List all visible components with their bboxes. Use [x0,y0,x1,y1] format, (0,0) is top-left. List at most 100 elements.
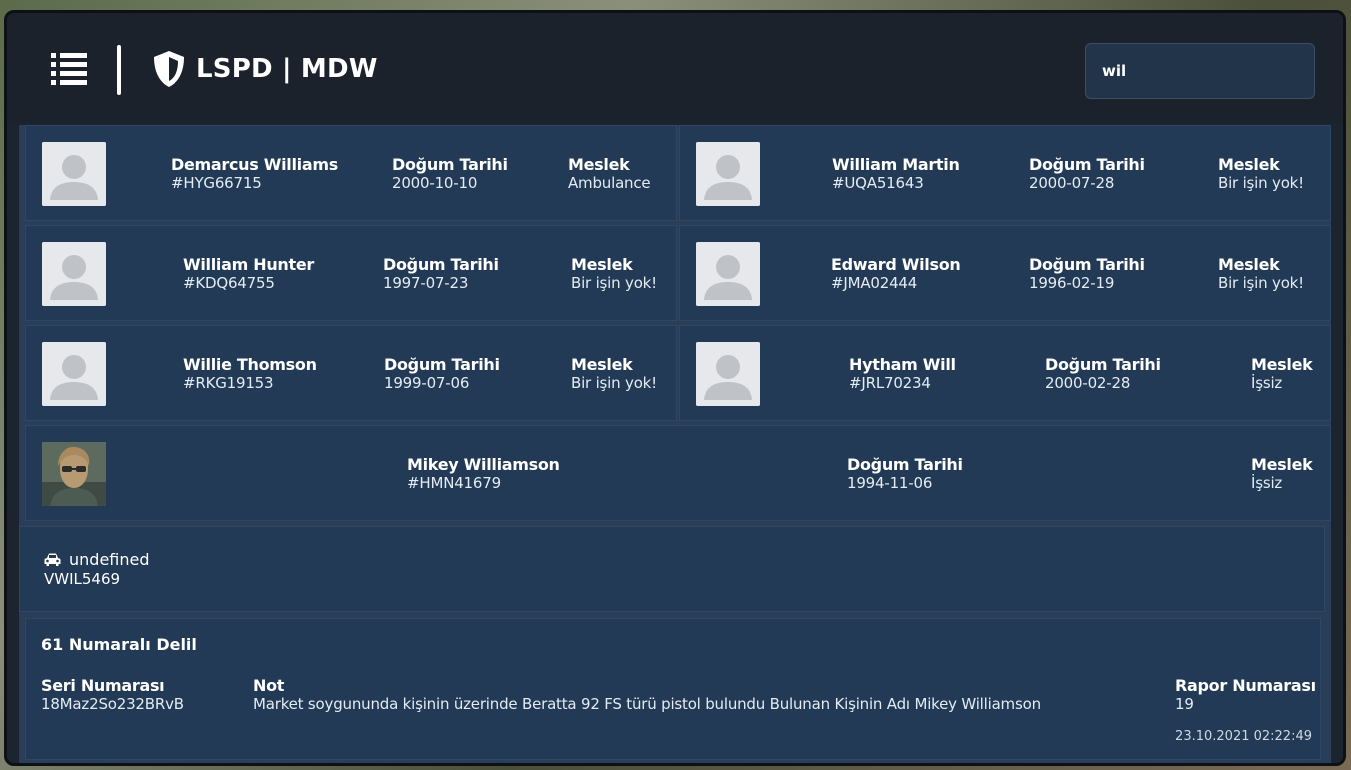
person-dob-value: 2000-07-28 [1029,174,1115,192]
report-label: Rapor Numarası [1175,676,1316,695]
person-job-value: Ambulance [568,174,651,192]
header-divider [117,45,121,95]
person-job: Meslek İşsiz [1251,455,1313,493]
person-job: Meslek İşsiz [1251,355,1313,393]
person-job-label: Meslek [1251,355,1313,374]
person-name-label: Demarcus Williams [171,155,338,174]
vehicle-model-line: undefined [44,550,150,569]
person-dob-value: 1999-07-06 [384,374,470,392]
person-dob-label: Doğum Tarihi [384,355,500,374]
note-value: Market soygununda kişinin üzerinde Berat… [253,695,1041,713]
person-name-label: William Martin [832,155,960,174]
avatar-placeholder-icon [696,242,760,306]
person-name-label: Hytham Will [849,355,956,374]
person-name: Edward Wilson #JMA02444 [831,255,961,293]
person-card[interactable]: William Martin #UQA51643 Doğum Tarihi 2000-… [679,125,1331,221]
person-name: Willie Thomson #RKG19153 [183,355,317,393]
person-job-value: Bir işin yok! [571,374,657,392]
person-dob-value: 2000-02-28 [1045,374,1131,392]
person-name: Demarcus Williams #HYG66715 [171,155,338,193]
person-name-label: Mikey Williamson [407,455,560,474]
car-icon [44,553,61,566]
person-job-label: Meslek [571,355,633,374]
person-dob-value: 1994-11-06 [847,474,933,492]
person-dob-value: 1997-07-23 [383,274,469,292]
person-job: Meslek Bir işin yok! [1218,155,1304,193]
person-name-value: #HMN41679 [407,474,501,492]
person-card[interactable]: William Hunter #KDQ64755 Doğum Tarihi 1997-… [25,225,677,321]
person-name: Hytham Will #JRL70234 [849,355,956,393]
person-name-value: #KDQ64755 [183,274,275,292]
evidence-serial: Seri Numarası 18Maz2So232BRvB [41,676,184,714]
person-job-value: Bir işin yok! [571,274,657,292]
person-dob: Doğum Tarihi 1997-07-23 [383,255,499,293]
person-job-value: İşsiz [1251,474,1283,492]
person-name-value: #JRL70234 [849,374,931,392]
evidence-note: Not Market soygununda kişinin üzerinde B… [253,676,1041,714]
top-bar: LSPD | MDW [7,13,1343,123]
avatar-placeholder-icon [42,242,106,306]
serial-label: Seri Numarası [41,676,165,695]
person-dob: Doğum Tarihi 1996-02-19 [1029,255,1145,293]
person-job: Meslek Bir işin yok! [1218,255,1304,293]
app-title: LSPD | MDW [196,54,378,84]
person-dob: Doğum Tarihi 2000-10-10 [392,155,508,193]
person-card[interactable]: Demarcus Williams #HYG66715 Doğum Tarihi 20… [25,125,677,221]
person-dob-label: Doğum Tarihi [1029,155,1145,174]
person-job-value: Bir işin yok! [1218,174,1304,192]
person-card[interactable]: Mikey Williamson #HMN41679 Doğum Tarihi 199… [25,425,1331,521]
person-dob-label: Doğum Tarihi [392,155,508,174]
person-name: William Martin #UQA51643 [832,155,960,193]
avatar-placeholder-icon [42,142,106,206]
person-dob-label: Doğum Tarihi [847,455,963,474]
person-job-label: Meslek [568,155,630,174]
shield-icon [154,51,184,87]
person-name-label: Edward Wilson [831,255,961,274]
report-value: 19 [1175,695,1194,713]
person-name: Mikey Williamson #HMN41679 [407,455,560,493]
person-job-value: Bir işin yok! [1218,274,1304,292]
person-photo [42,442,106,506]
mdw-window: LSPD | MDW Demarcus Williams#HYG66715 Doğ… [4,10,1346,766]
person-job: Meslek Bir işin yok! [571,355,657,393]
avatar-placeholder-icon [696,342,760,406]
person-job-label: Meslek [1218,155,1280,174]
person-job-label: Meslek [571,255,633,274]
person-dob-label: Doğum Tarihi [1045,355,1161,374]
person-card[interactable]: Hytham Will #JRL70234 Doğum Tarihi 2000-02-… [679,325,1331,421]
avatar-placeholder-icon [696,142,760,206]
vehicle-plate: VWIL5469 [44,570,121,588]
evidence-timestamp: 23.10.2021 02:22:49 [1175,729,1312,744]
person-name-value: #JMA02444 [831,274,918,292]
person-card[interactable]: Edward Wilson #JMA02444 Doğum Tarihi 1996-0… [679,225,1331,321]
evidence-card[interactable]: 61 Numaralı Delil Seri Numarası 18Maz2So… [25,618,1321,760]
brand: LSPD | MDW [150,49,378,89]
person-name-value: #UQA51643 [832,174,924,192]
evidence-title: 61 Numaralı Delil [41,635,197,654]
person-name-label: William Hunter [183,255,314,274]
person-name-label: Willie Thomson [183,355,317,374]
person-dob: Doğum Tarihi 1994-11-06 [847,455,963,493]
person-dob: Doğum Tarihi 1999-07-06 [384,355,500,393]
vehicle-model: undefined [69,550,150,569]
person-job-label: Meslek [1251,455,1313,474]
person-card[interactable]: Willie Thomson #RKG19153 Doğum Tarihi 1999-… [25,325,677,421]
search-input[interactable] [1085,43,1315,99]
person-name: William Hunter #KDQ64755 [183,255,314,293]
person-job: Meslek Bir işin yok! [571,255,657,293]
person-dob-value: 1996-02-19 [1029,274,1115,292]
person-name-value: #RKG19153 [183,374,274,392]
evidence-report: Rapor Numarası 19 [1175,676,1316,714]
menu-list-icon[interactable] [51,51,87,85]
person-dob: Doğum Tarihi 2000-02-28 [1045,355,1161,393]
person-dob-label: Doğum Tarihi [1029,255,1145,274]
avatar-placeholder-icon [42,342,106,406]
person-job-label: Meslek [1218,255,1280,274]
serial-value: 18Maz2So232BRvB [41,695,184,713]
person-job-value: İşsiz [1251,374,1283,392]
results-panel: Demarcus Williams #HYG66715 Doğum Tarihi 20… [19,125,1331,763]
person-job: Meslek Ambulance [568,155,651,193]
person-dob-value: 2000-10-10 [392,174,478,192]
note-label: Not [253,676,285,695]
vehicle-card[interactable]: undefined VWIL5469 [19,526,1325,612]
